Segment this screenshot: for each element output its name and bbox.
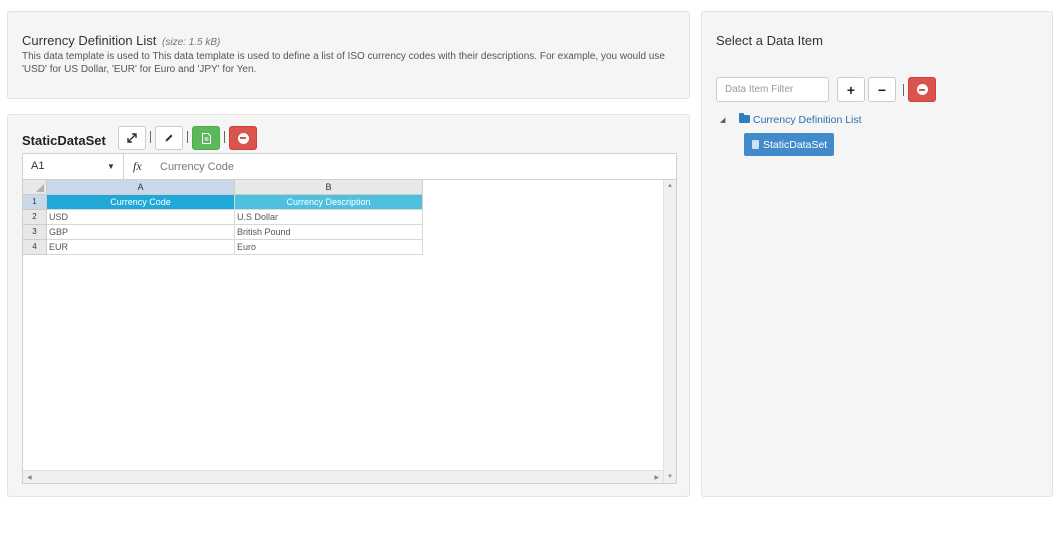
tree-item-static-data-set[interactable]: StaticDataSet: [744, 133, 835, 156]
delete-item-button[interactable]: [908, 77, 936, 102]
tree-item-label: StaticDataSet: [763, 138, 828, 151]
table-cell[interactable]: Euro: [235, 240, 423, 255]
tree-collapse-icon[interactable]: ◢: [720, 116, 725, 124]
data-item-filter-input[interactable]: [716, 77, 829, 102]
row-header[interactable]: 1: [23, 195, 47, 210]
scroll-right-icon[interactable]: ▶: [654, 474, 659, 481]
table-cell[interactable]: British Pound: [235, 225, 423, 240]
add-item-button[interactable]: +: [837, 77, 865, 102]
template-title: Currency Definition List (size: 1.5 kB): [22, 33, 220, 48]
formula-bar: A1 ▼ fx Currency Code: [23, 154, 676, 180]
minus-circle-icon: [237, 132, 249, 144]
remove-item-button[interactable]: −: [868, 77, 896, 102]
formula-divider: [123, 154, 124, 179]
header-cell[interactable]: Currency Code: [47, 195, 235, 210]
plus-icon: +: [846, 81, 856, 98]
minus-circle-icon: [916, 84, 928, 95]
toolbar-separator: [187, 131, 188, 143]
document-icon: [752, 140, 759, 149]
export-button[interactable]: [192, 126, 220, 150]
dataset-title: StaticDataSet: [22, 133, 106, 148]
tree-item-currency-definition-list[interactable]: Currency Definition List: [753, 114, 862, 126]
dataset-panel: StaticDataSet A1 ▼ fx Currency Code A B …: [7, 114, 690, 497]
column-header[interactable]: B: [235, 180, 423, 195]
file-icon: [201, 132, 211, 144]
edit-button[interactable]: [155, 126, 183, 150]
table-cell[interactable]: U.S Dollar: [235, 210, 423, 225]
scroll-left-icon[interactable]: ◀: [27, 474, 32, 481]
header-cell[interactable]: Currency Description: [235, 195, 423, 210]
formula-input[interactable]: Currency Code: [160, 161, 234, 173]
expand-button[interactable]: [118, 126, 146, 150]
side-panel-title: Select a Data Item: [716, 33, 823, 48]
table-cell[interactable]: GBP: [47, 225, 235, 240]
spreadsheet[interactable]: A1 ▼ fx Currency Code A B 1 2 3 4 Curren…: [22, 153, 677, 484]
table-cell[interactable]: EUR: [47, 240, 235, 255]
table-cell[interactable]: USD: [47, 210, 235, 225]
scroll-down-icon[interactable]: ▼: [667, 474, 673, 480]
fx-icon: fx: [133, 159, 142, 173]
data-item-panel: Select a Data Item + − ◢ Currency Defini…: [701, 11, 1053, 497]
horizontal-scrollbar[interactable]: ◀ ▶: [23, 470, 663, 483]
toolbar-separator: [150, 131, 151, 143]
delete-button[interactable]: [229, 126, 257, 150]
template-info-panel: Currency Definition List (size: 1.5 kB) …: [7, 11, 690, 99]
scroll-up-icon[interactable]: ▲: [667, 183, 673, 189]
toolbar-separator: [903, 84, 904, 96]
vertical-scrollbar[interactable]: ▲ ▼: [663, 180, 676, 483]
template-title-text: Currency Definition List: [22, 33, 157, 48]
folder-icon: [739, 113, 750, 123]
row-header[interactable]: 2: [23, 210, 47, 225]
select-all-corner[interactable]: [23, 180, 47, 195]
expand-icon: [127, 133, 137, 143]
chevron-down-icon[interactable]: ▼: [107, 162, 115, 171]
toolbar-separator: [224, 131, 225, 143]
cell-reference[interactable]: A1: [31, 160, 44, 172]
template-description: This data template is used to This data …: [22, 51, 665, 75]
column-header[interactable]: A: [47, 180, 235, 195]
row-header[interactable]: 3: [23, 225, 47, 240]
minus-icon: −: [877, 81, 887, 98]
template-size: (size: 1.5 kB): [162, 37, 221, 48]
row-header[interactable]: 4: [23, 240, 47, 255]
pencil-icon: [165, 134, 173, 142]
